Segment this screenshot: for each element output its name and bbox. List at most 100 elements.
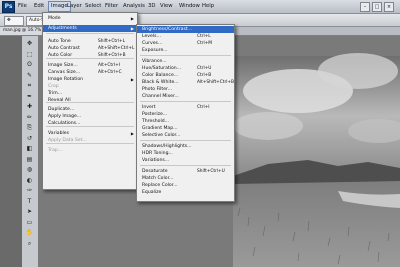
menu-separator	[46, 33, 134, 34]
image-menu-item-adjustments[interactable]: Adjustments ▶	[43, 25, 137, 32]
menu-item-label: Image Rotation	[48, 77, 84, 82]
menu-item-shortcut: Ctrl+M	[197, 41, 212, 46]
adjustments-item-exposure[interactable]: Exposure...	[137, 47, 234, 54]
menu-select[interactable]: Select	[83, 2, 103, 11]
image-menu: Mode ▶ Adjustments ▶ Auto Tone Shift+Ctrl+L Au…	[42, 12, 138, 190]
menu-analysis[interactable]: Analysis	[121, 2, 147, 11]
adjustments-item-hue-saturation[interactable]: Hue/Saturation... Ctrl+U	[137, 65, 234, 72]
menu-layer[interactable]: Layer	[65, 2, 84, 11]
image-menu-item-image-size[interactable]: Image Size... Alt+Ctrl+I	[43, 62, 137, 69]
pen-tool-icon[interactable]: ✑	[25, 187, 34, 195]
menu-item-label: Variations...	[142, 158, 170, 163]
adjustments-item-vibrance[interactable]: Vibrance...	[137, 58, 234, 65]
adjustments-item-equalize[interactable]: Equalize	[137, 189, 234, 196]
adjustments-item-threshold[interactable]: Threshold...	[137, 118, 234, 125]
gradient-tool-icon[interactable]: ▤	[25, 156, 34, 164]
adjustments-item-levels[interactable]: Levels... Ctrl+L	[137, 33, 234, 40]
menu-item-label: HDR Toning...	[142, 151, 173, 156]
menu-item-label: Exposure...	[142, 48, 168, 53]
minimize-icon[interactable]: –	[360, 2, 370, 12]
menu-item-label: Desaturate	[142, 169, 168, 174]
adjustments-item-curves[interactable]: Curves... Ctrl+M	[137, 40, 234, 47]
menu-filter[interactable]: Filter	[103, 2, 120, 11]
image-menu-item-auto-contrast[interactable]: Auto Contrast Alt+Shift+Ctrl+L	[43, 45, 137, 52]
adjustments-item-color-balance[interactable]: Color Balance... Ctrl+B	[137, 72, 234, 79]
menu-item-label: Posterize...	[142, 112, 168, 117]
image-menu-item-auto-tone[interactable]: Auto Tone Shift+Ctrl+L	[43, 38, 137, 45]
type-tool-icon[interactable]: T	[25, 198, 34, 206]
menu-3d[interactable]: 3D	[146, 2, 157, 11]
adjustments-item-match-color[interactable]: Match Color...	[137, 175, 234, 182]
move-tool-icon[interactable]: ✥	[25, 40, 34, 48]
adjustments-item-posterize[interactable]: Posterize...	[137, 111, 234, 118]
maximize-icon[interactable]: □	[372, 2, 382, 12]
image-menu-item-canvas-size[interactable]: Canvas Size... Alt+Ctrl+C	[43, 69, 137, 76]
submenu-arrow-icon: ▶	[130, 16, 134, 21]
adjustments-item-desaturate[interactable]: Desaturate Shift+Ctrl+U	[137, 168, 234, 175]
close-icon[interactable]: ×	[384, 2, 394, 12]
menu-separator	[46, 143, 134, 144]
shape-tool-icon[interactable]: ▭	[25, 219, 34, 227]
menu-item-label: Gradient Map...	[142, 126, 178, 131]
photoshop-logo-icon: Ps	[2, 1, 15, 13]
adjustments-item-shadows-highlights[interactable]: Shadows/Highlights...	[137, 143, 234, 150]
adjustments-item-brightness-contrast[interactable]: Brightness/Contrast...	[137, 26, 234, 33]
image-menu-item-duplicate[interactable]: Duplicate...	[43, 106, 137, 113]
adjustments-item-replace-color[interactable]: Replace Color...	[137, 182, 234, 189]
lasso-tool-icon[interactable]: ʘ	[25, 61, 34, 69]
eyedropper-tool-icon[interactable]: ✒	[25, 93, 34, 101]
menu-item-label: Equalize	[142, 190, 162, 195]
image-menu-item-mode[interactable]: Mode ▶	[43, 15, 137, 22]
quick-select-tool-icon[interactable]: ✎	[25, 72, 34, 80]
adjustments-item-black-white[interactable]: Black & White... Alt+Shift+Ctrl+B	[137, 79, 234, 86]
hand-tool-icon[interactable]: ✋	[25, 229, 34, 237]
menu-separator	[140, 165, 231, 166]
clone-tool-icon[interactable]: ⎘	[25, 124, 34, 132]
path-select-tool-icon[interactable]: ➤	[25, 208, 34, 216]
menu-item-shortcut: Shift+Ctrl+U	[197, 169, 225, 174]
image-menu-item-image-rotation[interactable]: Image Rotation ▶	[43, 76, 137, 83]
menu-item-shortcut: Alt+Ctrl+I	[98, 63, 120, 68]
menu-help[interactable]: Help	[200, 2, 216, 11]
move-tool-preset-icon[interactable]: ✥	[4, 16, 24, 26]
image-menu-item-variables[interactable]: Variables ▶	[43, 130, 137, 137]
adjustments-item-selective-color[interactable]: Selective Color...	[137, 132, 234, 139]
menu-window[interactable]: Window	[177, 2, 202, 11]
eraser-tool-icon[interactable]: ◧	[25, 145, 34, 153]
menu-item-label: Duplicate...	[48, 107, 75, 112]
menu-item-label: Shadows/Highlights...	[142, 144, 192, 149]
menu-item-label: Invert	[142, 105, 156, 110]
adjustments-item-variations[interactable]: Variations...	[137, 157, 234, 164]
brush-tool-icon[interactable]: ✏	[25, 114, 34, 122]
dodge-tool-icon[interactable]: ◐	[25, 177, 34, 185]
marquee-tool-icon[interactable]: ⬚	[25, 51, 34, 59]
adjustments-item-hdr-toning[interactable]: HDR Toning...	[137, 150, 234, 157]
adjustments-item-channel-mixer[interactable]: Channel Mixer...	[137, 93, 234, 100]
image-menu-item-trim[interactable]: Trim...	[43, 90, 137, 97]
menu-file[interactable]: File	[16, 2, 29, 11]
menu-item-label: Brightness/Contrast...	[142, 27, 193, 32]
image-menu-item-apply-image[interactable]: Apply Image...	[43, 113, 137, 120]
menu-item-label: Crop	[48, 84, 59, 89]
adjustments-item-gradient-map[interactable]: Gradient Map...	[137, 125, 234, 132]
menu-view[interactable]: View	[158, 2, 175, 11]
menu-item-label: Auto Tone	[48, 39, 71, 44]
menu-separator	[46, 102, 134, 103]
menu-item-label: Auto Contrast	[48, 46, 80, 51]
menu-separator	[140, 55, 231, 56]
adjustments-item-invert[interactable]: Invert Ctrl+I	[137, 104, 234, 111]
crop-tool-icon[interactable]: ⌗	[25, 82, 34, 90]
history-brush-tool-icon[interactable]: ↺	[25, 135, 34, 143]
menu-separator	[46, 126, 134, 127]
zoom-tool-icon[interactable]: ⌕	[25, 240, 34, 248]
menu-item-label: Adjustments	[48, 26, 77, 31]
adjustments-item-photo-filter[interactable]: Photo Filter...	[137, 86, 234, 93]
menu-item-label: Match Color...	[142, 176, 174, 181]
menu-item-label: Image Size...	[48, 63, 78, 68]
menu-item-label: Levels...	[142, 34, 161, 39]
healing-tool-icon[interactable]: ✚	[25, 103, 34, 111]
menu-item-label: Mode	[48, 16, 61, 21]
menu-item-label: Hue/Saturation...	[142, 66, 182, 71]
blur-tool-icon[interactable]: ◍	[25, 166, 34, 174]
menu-edit[interactable]: Edit	[32, 2, 46, 11]
